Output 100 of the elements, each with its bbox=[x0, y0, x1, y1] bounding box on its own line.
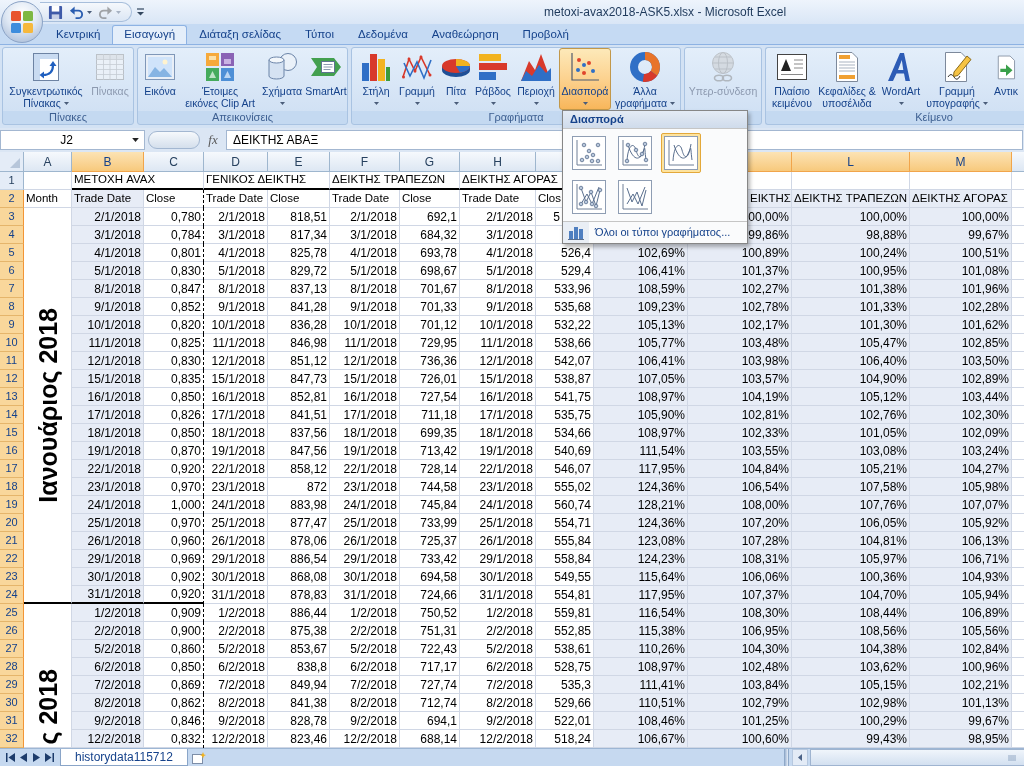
chart-subtype-button[interactable] bbox=[569, 133, 609, 173]
row-header[interactable]: 19 bbox=[0, 496, 24, 514]
row-header[interactable]: 18 bbox=[0, 478, 24, 496]
last-arrow-icon[interactable] bbox=[45, 753, 55, 762]
line-chart-button[interactable]: Γραμμή bbox=[395, 48, 439, 110]
column-header[interactable]: C bbox=[144, 152, 204, 172]
all-chart-types-link[interactable]: Όλοι οι τύποι γραφήματος... bbox=[589, 222, 731, 243]
pivot-table-button[interactable]: Συγκεντρωτικός Πίνακας bbox=[4, 48, 88, 110]
column-header[interactable]: A bbox=[24, 152, 72, 172]
row-header[interactable]: 25 bbox=[0, 604, 24, 622]
table-cell: 2/1/2018 bbox=[330, 208, 400, 226]
row-header[interactable]: 6 bbox=[0, 262, 24, 280]
shapes-button[interactable]: Σχήματα bbox=[260, 48, 304, 110]
chart-subtype-button[interactable] bbox=[661, 133, 701, 173]
new-sheet-icon[interactable] bbox=[191, 751, 206, 764]
wordart-button[interactable]: WordArt bbox=[879, 48, 923, 110]
row-header[interactable]: 26 bbox=[0, 622, 24, 640]
left-arrow-icon[interactable] bbox=[20, 753, 28, 762]
row-header[interactable]: 3 bbox=[0, 208, 24, 226]
column-header[interactable] bbox=[536, 152, 562, 172]
row-header[interactable]: 14 bbox=[0, 406, 24, 424]
row-header[interactable]: 28 bbox=[0, 658, 24, 676]
smartart-button[interactable]: SmartArt bbox=[304, 48, 347, 110]
picture-button[interactable]: Εικόνα bbox=[140, 48, 180, 110]
row-header[interactable]: 21 bbox=[0, 532, 24, 550]
column-header[interactable]: B bbox=[72, 152, 144, 172]
table-cell: 100,51% bbox=[910, 244, 1012, 262]
scatter-chart-button[interactable]: Διασπορά bbox=[559, 48, 611, 110]
select-all-button[interactable] bbox=[0, 152, 24, 172]
row-header[interactable]: 13 bbox=[0, 388, 24, 406]
ribbon-tab[interactable]: Προβολή bbox=[510, 25, 581, 44]
column-chart-button[interactable]: Στήλη bbox=[357, 48, 395, 110]
ribbon-tab[interactable]: Εισαγωγή bbox=[112, 25, 188, 44]
ribbon-tab[interactable]: Κεντρική bbox=[44, 25, 113, 44]
scrollbar-thumb[interactable] bbox=[810, 749, 1024, 766]
row-header[interactable]: 24 bbox=[0, 586, 24, 604]
signature-line-button[interactable]: Γραμμή υπογραφής bbox=[923, 48, 991, 110]
ribbon-tab[interactable]: Αναθεώρηση bbox=[419, 25, 511, 44]
row-header[interactable]: 27 bbox=[0, 640, 24, 658]
row-header[interactable]: 23 bbox=[0, 568, 24, 586]
row-header[interactable]: 4 bbox=[0, 226, 24, 244]
resize-handle[interactable] bbox=[148, 131, 200, 149]
row-header[interactable]: 16 bbox=[0, 442, 24, 460]
row-header[interactable]: 11 bbox=[0, 352, 24, 370]
table-cell: 712,74 bbox=[400, 694, 460, 712]
table-cell: 10/1/2018 bbox=[72, 316, 144, 334]
table-cell: 2/1/2018 bbox=[72, 208, 144, 226]
bar-chart-button[interactable]: Ράβδος bbox=[473, 48, 513, 110]
undo-icon[interactable] bbox=[69, 4, 84, 20]
column-header[interactable]: E bbox=[268, 152, 330, 172]
chart-subtype-button[interactable] bbox=[615, 177, 655, 217]
right-arrow-icon[interactable] bbox=[32, 753, 40, 762]
row-header[interactable]: 30 bbox=[0, 694, 24, 712]
row-header[interactable]: 20 bbox=[0, 514, 24, 532]
name-box[interactable]: J2 bbox=[0, 130, 145, 150]
row-header[interactable]: 1 bbox=[0, 172, 24, 190]
row-header[interactable]: 2 bbox=[0, 190, 24, 208]
column-header[interactable] bbox=[1012, 152, 1024, 172]
row-header[interactable]: 5 bbox=[0, 244, 24, 262]
row-header[interactable]: 15 bbox=[0, 424, 24, 442]
row-header[interactable]: 17 bbox=[0, 460, 24, 478]
clip-art-button[interactable]: Έτοιμες εικόνες Clip Art bbox=[180, 48, 260, 110]
ribbon-tab[interactable]: Διάταξη σελίδας bbox=[187, 25, 293, 44]
column-header[interactable]: H bbox=[460, 152, 536, 172]
scroll-left-button[interactable] bbox=[792, 749, 808, 766]
row-header[interactable]: 8 bbox=[0, 298, 24, 316]
insert-function-button[interactable]: fx bbox=[203, 130, 223, 150]
chart-subtype-button[interactable] bbox=[615, 133, 655, 173]
text-box-button[interactable]: Πλαίσιο κειμένου bbox=[769, 48, 815, 110]
column-header[interactable]: G bbox=[400, 152, 460, 172]
straight-lines-dots-icon bbox=[572, 180, 606, 214]
first-arrow-icon[interactable] bbox=[5, 753, 15, 762]
pie-chart-button[interactable]: Πίτα bbox=[439, 48, 473, 110]
row-header[interactable]: 22 bbox=[0, 550, 24, 568]
chart-subtype-button[interactable] bbox=[569, 177, 609, 217]
other-charts-button[interactable]: Άλλα γραφήματα bbox=[611, 48, 679, 110]
column-header[interactable] bbox=[748, 152, 792, 172]
area-chart-button[interactable]: Περιοχή bbox=[513, 48, 559, 110]
header-footer-button[interactable]: Κεφαλίδες & υποσέλιδα bbox=[815, 48, 879, 110]
column-header[interactable]: M bbox=[910, 152, 1012, 172]
row-header[interactable]: 12 bbox=[0, 370, 24, 388]
object-button[interactable]: Αντικ bbox=[991, 48, 1021, 110]
column-header[interactable]: F bbox=[330, 152, 400, 172]
column-header[interactable]: L bbox=[792, 152, 910, 172]
row-header[interactable]: 32 bbox=[0, 730, 24, 748]
table-cell: 717,17 bbox=[400, 658, 460, 676]
row-header[interactable]: 10 bbox=[0, 334, 24, 352]
ribbon-tab[interactable]: Δεδομένα bbox=[346, 25, 420, 44]
splitter-handle[interactable] bbox=[784, 749, 789, 766]
ribbon-tab[interactable]: Τύποι bbox=[293, 25, 347, 44]
row-header[interactable]: 9 bbox=[0, 316, 24, 334]
customize-toolbar-icon[interactable] bbox=[137, 8, 144, 16]
table-cell: 4/1/2018 bbox=[330, 244, 400, 262]
save-icon[interactable] bbox=[48, 4, 63, 20]
table-cell: 99,67% bbox=[910, 226, 1012, 244]
row-header[interactable]: 7 bbox=[0, 280, 24, 298]
row-header[interactable]: 31 bbox=[0, 712, 24, 730]
row-header[interactable]: 29 bbox=[0, 676, 24, 694]
sheet-tab[interactable]: historydata115712 bbox=[60, 749, 188, 766]
column-header[interactable]: D bbox=[204, 152, 268, 172]
